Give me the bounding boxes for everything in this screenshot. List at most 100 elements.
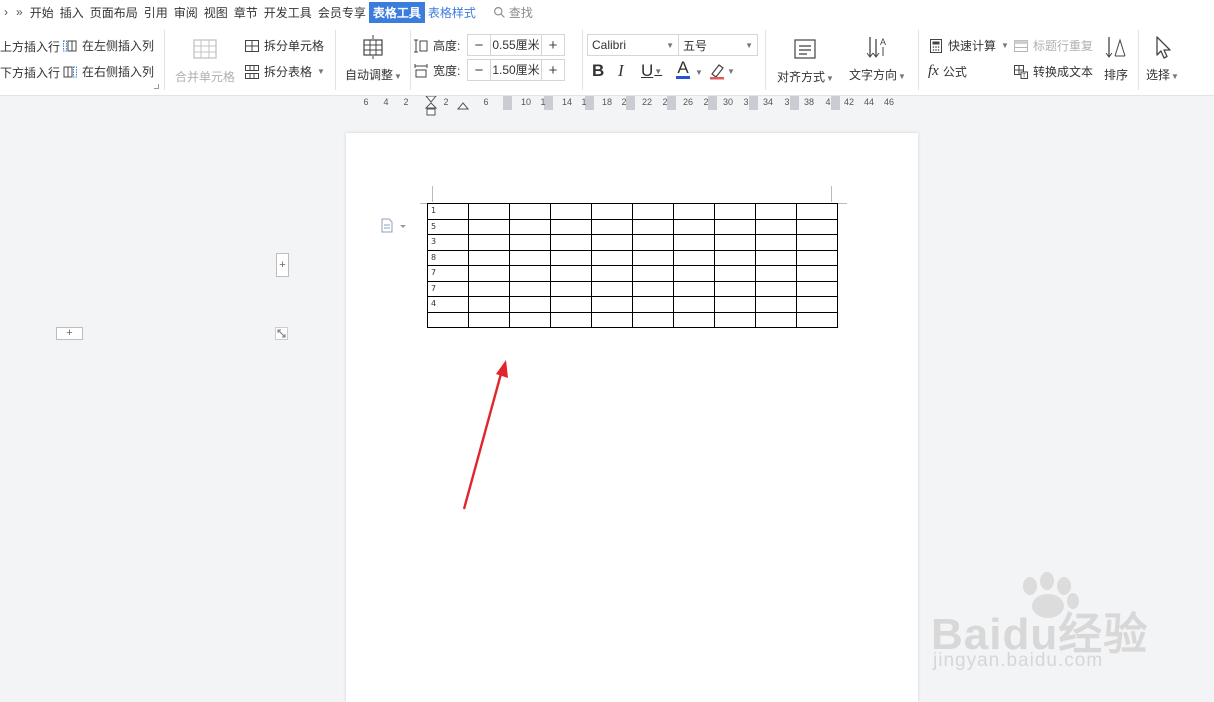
insert-row-above-button[interactable]: 上方插入行	[0, 38, 60, 55]
table-cell[interactable]	[509, 296, 551, 313]
table-cell[interactable]	[550, 265, 592, 282]
chevron-down-icon[interactable]: ▼	[695, 68, 703, 77]
table-cell[interactable]	[714, 203, 756, 220]
menu-view[interactable]: 视图	[201, 4, 231, 21]
insert-col-right-button[interactable]: 在右侧插入列	[62, 63, 154, 80]
table-cell[interactable]	[509, 311, 551, 328]
resize-table-icon[interactable]	[275, 327, 288, 340]
table-cell[interactable]	[509, 234, 551, 251]
table-cell[interactable]	[468, 265, 510, 282]
insert-row-below-button[interactable]: 下方插入行	[0, 64, 60, 81]
ruler-column-marker[interactable]	[790, 96, 799, 110]
table-cell[interactable]	[550, 280, 592, 297]
table-cell[interactable]	[714, 249, 756, 266]
dialog-launcher-icon[interactable]	[154, 84, 159, 89]
menu-references[interactable]: 引用	[141, 4, 171, 21]
table-cell[interactable]	[755, 296, 797, 313]
table-cell[interactable]	[509, 249, 551, 266]
table-cell[interactable]	[714, 218, 756, 235]
ruler-column-marker[interactable]	[503, 96, 512, 110]
table-cell[interactable]	[632, 203, 674, 220]
table-cell[interactable]	[550, 296, 592, 313]
table-cell[interactable]	[632, 280, 674, 297]
table-cell[interactable]	[673, 203, 715, 220]
split-table-button[interactable]: 拆分表格 ▼	[244, 63, 325, 80]
table-cell[interactable]: 7	[427, 265, 469, 282]
table-cell[interactable]	[796, 218, 838, 235]
row-height-decrease-button[interactable]: −	[468, 35, 490, 55]
text-direction-button[interactable]: A 文字方向▼	[849, 34, 906, 83]
table-cell[interactable]	[632, 265, 674, 282]
table-cell[interactable]	[591, 280, 633, 297]
menu-review[interactable]: 审阅	[171, 4, 201, 21]
table-cell[interactable]	[673, 249, 715, 266]
table-cell[interactable]	[509, 265, 551, 282]
insert-col-left-button[interactable]: 在左侧插入列	[62, 37, 154, 54]
row-height-stepper[interactable]: − 0.55厘米 +	[467, 34, 565, 56]
table-cell[interactable]	[509, 218, 551, 235]
table-cell[interactable]	[591, 311, 633, 328]
nav-back-icon[interactable]: ›	[0, 5, 12, 19]
table-cell[interactable]	[796, 311, 838, 328]
table-cell[interactable]	[591, 203, 633, 220]
menu-insert[interactable]: 插入	[57, 4, 87, 21]
highlight-button[interactable]: ▼	[708, 62, 735, 80]
font-color-button[interactable]: A	[676, 59, 690, 79]
menu-chapter[interactable]: 章节	[231, 4, 261, 21]
table-cell[interactable]	[591, 218, 633, 235]
table-cell[interactable]	[591, 296, 633, 313]
table-cell[interactable]	[714, 311, 756, 328]
menu-page-layout[interactable]: 页面布局	[87, 4, 141, 21]
table-cell[interactable]	[755, 203, 797, 220]
convert-to-text-button[interactable]: T 转换成文本	[1013, 63, 1093, 80]
formula-button[interactable]: fx 公式	[928, 63, 967, 80]
bold-button[interactable]: B	[592, 61, 604, 81]
menu-table-tools[interactable]: 表格工具	[368, 1, 425, 23]
align-button[interactable]: 对齐方式▼	[777, 36, 834, 85]
table-cell[interactable]: 3	[427, 234, 469, 251]
font-size-select[interactable]: 五号 ▼	[678, 34, 758, 56]
auto-fit-button[interactable]: 自动调整▼	[345, 34, 402, 83]
add-column-handle-icon[interactable]: +	[276, 253, 289, 277]
table-cell[interactable]	[714, 296, 756, 313]
table-cell[interactable]	[509, 203, 551, 220]
sort-button[interactable]: 排序	[1103, 34, 1129, 83]
table-cell[interactable]	[796, 265, 838, 282]
table-cell[interactable]	[468, 203, 510, 220]
table-cell[interactable]	[714, 265, 756, 282]
tab-stop-marker-icon[interactable]	[457, 102, 469, 110]
table-cell[interactable]	[796, 296, 838, 313]
table-cell[interactable]	[673, 280, 715, 297]
select-button[interactable]: 选择▼	[1146, 34, 1179, 83]
paragraph-layout-icon[interactable]	[380, 218, 408, 234]
table-cell[interactable]: 1	[427, 203, 469, 220]
table-cell[interactable]	[796, 234, 838, 251]
indent-marker-icon[interactable]	[425, 96, 437, 118]
ruler-column-marker[interactable]	[749, 96, 758, 110]
table-cell[interactable]	[755, 218, 797, 235]
table-cell[interactable]	[509, 280, 551, 297]
table-cell[interactable]	[673, 234, 715, 251]
table-cell[interactable]: 5	[427, 218, 469, 235]
col-width-increase-button[interactable]: +	[542, 60, 564, 80]
table-cell[interactable]	[550, 218, 592, 235]
col-width-value[interactable]: 1.50厘米	[490, 60, 542, 80]
table-cell[interactable]	[714, 280, 756, 297]
table-cell[interactable]	[755, 311, 797, 328]
more-tabs-icon[interactable]: »	[12, 5, 27, 19]
table-cell[interactable]	[632, 296, 674, 313]
row-height-value[interactable]: 0.55厘米	[490, 35, 542, 55]
col-width-stepper[interactable]: − 1.50厘米 +	[467, 59, 565, 81]
table-cell[interactable]	[591, 265, 633, 282]
table-cell[interactable]	[755, 265, 797, 282]
menu-member[interactable]: 会员专享	[315, 4, 369, 21]
split-cells-button[interactable]: 拆分单元格	[244, 37, 324, 54]
underline-button[interactable]: U ▼	[641, 61, 662, 81]
table-cell[interactable]	[550, 311, 592, 328]
table-cell[interactable]	[755, 234, 797, 251]
table-cell[interactable]	[673, 218, 715, 235]
table-cell[interactable]: 7	[427, 280, 469, 297]
ruler-column-marker[interactable]	[831, 96, 840, 110]
table-cell[interactable]	[468, 280, 510, 297]
table-cell[interactable]	[673, 311, 715, 328]
